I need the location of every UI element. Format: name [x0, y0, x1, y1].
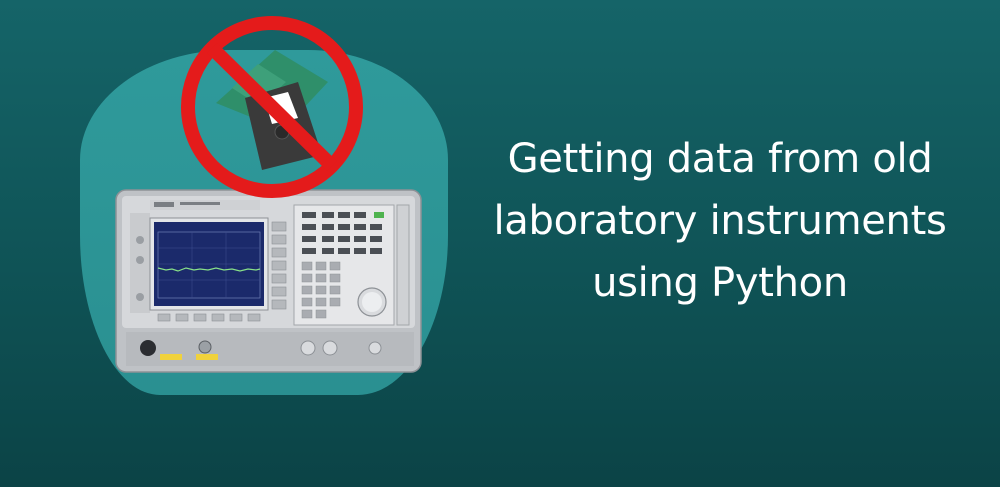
headline-line-3: using Python: [592, 260, 848, 306]
spectrum-analyzer-image: [115, 189, 422, 373]
headline: Getting data from old laboratory instrum…: [470, 128, 970, 314]
headline-line-2: laboratory instruments: [493, 198, 947, 244]
headline-line-1: Getting data from old: [507, 136, 933, 182]
